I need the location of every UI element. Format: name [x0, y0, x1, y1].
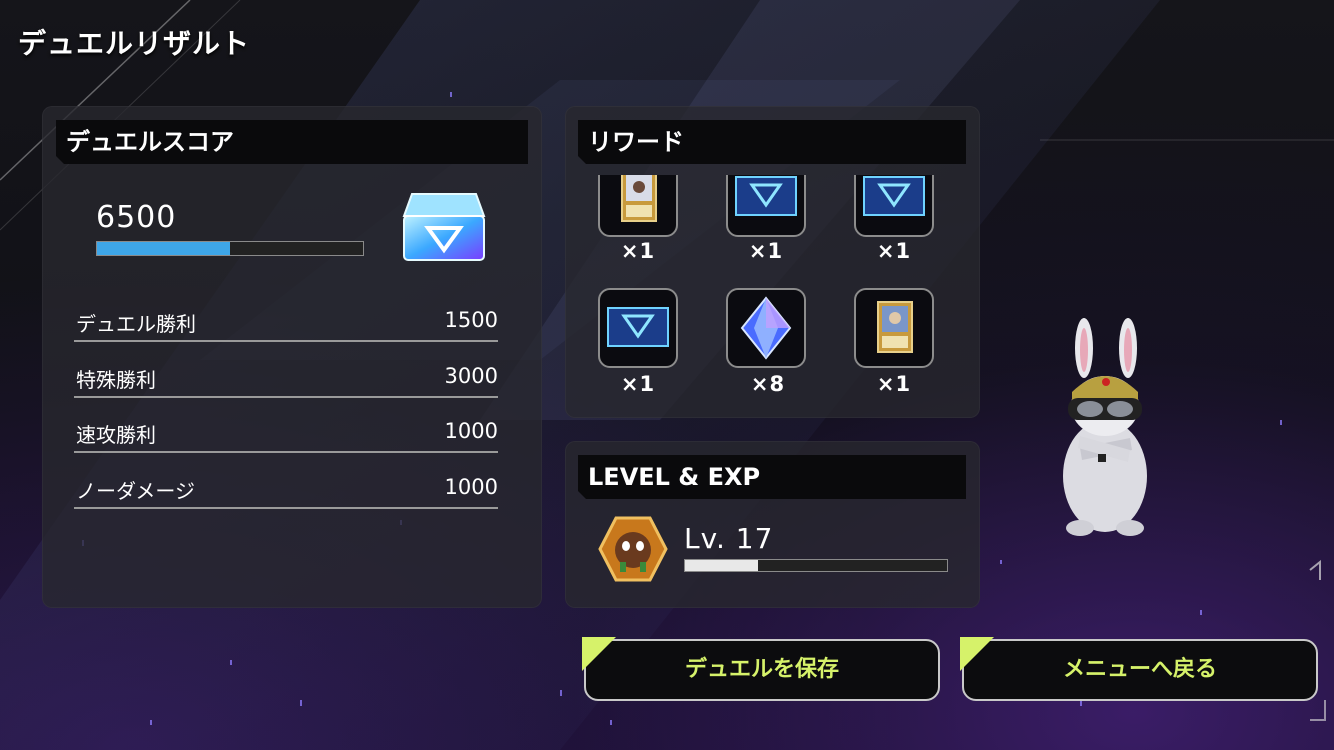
score-row: デュエル勝利 1500: [74, 300, 498, 342]
reward-item-count: ×8: [750, 372, 786, 396]
exp-progress-bar: [684, 559, 948, 572]
screen-title: デュエルリザルト: [18, 27, 251, 60]
card-pack-icon: [607, 307, 669, 347]
score-row-label: 速攻勝利: [76, 423, 156, 447]
score-progress-fill: [97, 242, 230, 255]
score-row-label: ノーダメージ: [76, 479, 195, 503]
score-row-label: デュエル勝利: [76, 312, 196, 336]
save-duel-button-label: デュエルを保存: [684, 657, 839, 682]
score-row: ノーダメージ 1000: [74, 467, 498, 509]
reward-item-count: ×1: [876, 372, 912, 396]
monster-card-icon: [877, 301, 913, 353]
reward-item-slot[interactable]: [598, 288, 678, 368]
rabbit-mate-icon: [1063, 318, 1147, 536]
kuriboh-avatar-icon: [598, 516, 668, 582]
level-text: Lv. 17: [684, 522, 774, 555]
reward-item-slot[interactable]: [854, 288, 934, 368]
return-to-menu-button[interactable]: メニューへ戻る: [960, 637, 1318, 701]
gem-icon: [740, 296, 792, 360]
score-row-value: 1000: [444, 419, 498, 443]
score-panel-header: デュエルスコア: [56, 120, 528, 164]
score-row: 特殊勝利 3000: [74, 356, 498, 398]
score-row-value: 1000: [444, 475, 498, 499]
treasure-chest-icon: [402, 193, 486, 261]
save-duel-button[interactable]: デュエルを保存: [582, 637, 940, 701]
reward-item-count: ×1: [620, 239, 656, 263]
reward-panel-header: リワード: [578, 120, 966, 164]
button-corner-accent: [960, 637, 994, 671]
reward-item-slot[interactable]: [726, 288, 806, 368]
score-row-value: 1500: [444, 308, 498, 332]
score-progress-bar: [96, 241, 364, 256]
reward-item-count: ×1: [620, 372, 656, 396]
return-to-menu-button-label: メニューへ戻る: [1062, 657, 1217, 682]
reward-item-count: ×1: [748, 239, 784, 263]
button-corner-accent: [582, 637, 616, 671]
score-row-label: 特殊勝利: [76, 368, 156, 392]
level-panel-header: LEVEL & EXP: [578, 455, 966, 499]
reward-item-count: ×1: [876, 239, 912, 263]
score-total: 6500: [96, 200, 177, 235]
score-row-value: 3000: [444, 364, 498, 388]
score-row: 速攻勝利 1000: [74, 411, 498, 453]
exp-progress-fill: [685, 560, 759, 571]
